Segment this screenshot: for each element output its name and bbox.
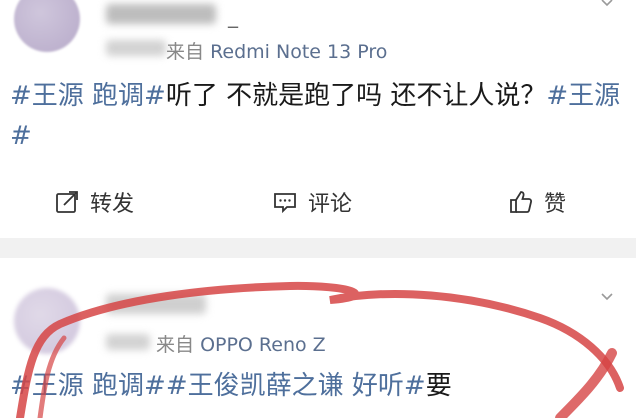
chevron-down-icon[interactable] bbox=[600, 290, 614, 304]
timestamp-blurred bbox=[106, 40, 166, 56]
like-label: 赞 bbox=[544, 192, 567, 217]
hashtag-link[interactable]: #王俊凯薛之谦 好听# bbox=[166, 371, 426, 401]
post-text: #王源 跑调#听了 不就是跑了吗 还不让人说？#王源# bbox=[10, 76, 630, 156]
post-actions: 转发 评论 赞 bbox=[0, 172, 636, 238]
hashtag-link[interactable]: #王源 跑调# bbox=[10, 371, 166, 401]
comment-button[interactable]: 评论 bbox=[272, 186, 352, 218]
repost-label: 转发 bbox=[90, 192, 135, 217]
comment-label: 评论 bbox=[308, 192, 353, 217]
repost-button[interactable]: 转发 bbox=[54, 186, 134, 218]
post-card-2: 来自 OPPO Reno Z #王源 跑调##王俊凯薛之谦 好听#要 bbox=[0, 258, 636, 418]
source-prefix: 来自 bbox=[156, 334, 195, 356]
post-text-body: 听了 不就是跑了吗 还不让人说？ bbox=[165, 81, 547, 111]
username-suffix: _ bbox=[228, 4, 238, 28]
post-text-body: 要 bbox=[425, 371, 452, 401]
username-blurred[interactable] bbox=[106, 4, 216, 24]
timestamp-blurred bbox=[106, 334, 150, 350]
post-card-1: _ 来自 Redmi Note 13 Pro #王源 跑调#听了 不就是跑了吗 … bbox=[0, 0, 636, 238]
source-device[interactable]: OPPO Reno Z bbox=[200, 334, 326, 356]
like-button[interactable]: 赞 bbox=[508, 186, 566, 218]
chevron-down-icon[interactable] bbox=[600, 0, 614, 10]
post-source: 来自 OPPO Reno Z bbox=[156, 330, 326, 357]
thumbs-up-icon bbox=[510, 191, 533, 213]
post-source: 来自 Redmi Note 13 Pro bbox=[166, 37, 387, 64]
source-device[interactable]: Redmi Note 13 Pro bbox=[210, 41, 387, 63]
source-prefix: 来自 bbox=[166, 41, 205, 63]
post-text: #王源 跑调##王俊凯薛之谦 好听#要 bbox=[10, 366, 452, 406]
avatar[interactable] bbox=[14, 288, 80, 354]
avatar[interactable] bbox=[14, 0, 80, 52]
username-blurred[interactable] bbox=[106, 294, 206, 314]
comment-icon bbox=[274, 193, 296, 214]
hashtag-link[interactable]: #王源 跑调# bbox=[10, 81, 166, 111]
share-icon bbox=[56, 191, 78, 213]
